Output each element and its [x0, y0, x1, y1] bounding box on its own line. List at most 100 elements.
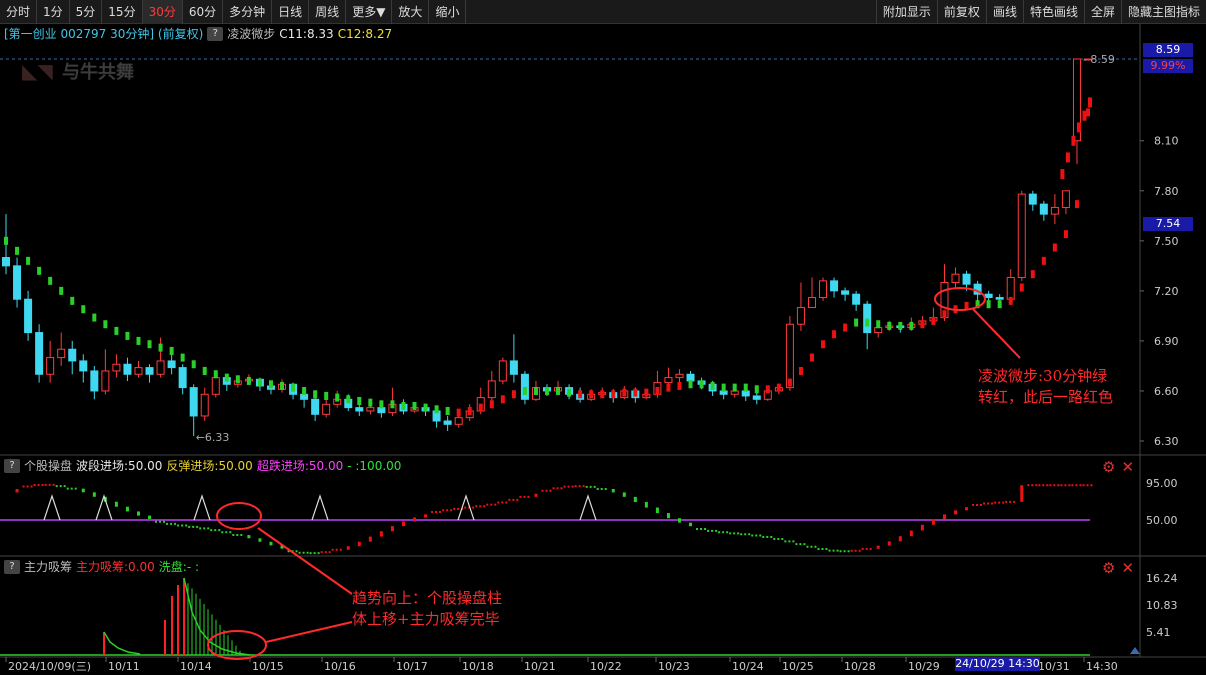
osc-bar [622, 492, 626, 497]
lingbo-dot [92, 313, 97, 322]
lingbo-dot [456, 408, 461, 417]
osc-bar [114, 501, 118, 507]
candle-body [35, 332, 44, 375]
candle-body [664, 377, 673, 384]
pane2-tick-label: 95.00 [1146, 477, 1178, 490]
pane3-tick-label: 10.83 [1146, 599, 1178, 612]
osc-bar [633, 496, 637, 503]
annotation-line: 体上移+主力吸筹完毕 [352, 610, 500, 628]
lingbo-dot [1060, 169, 1065, 180]
lingbo-dot [1019, 283, 1024, 292]
price-tick-label: 6.30 [1154, 435, 1179, 448]
candle-body [863, 303, 872, 334]
pane3-tick-label: 5.41 [1146, 626, 1171, 639]
osc-bar [258, 538, 262, 542]
lingbo-dot [257, 378, 262, 387]
lingbo-dot [1041, 256, 1046, 265]
lingbo-dot [434, 405, 439, 414]
lingbo-dot [103, 320, 108, 329]
lingbo-dot [732, 383, 737, 392]
lingbo-dot [26, 256, 31, 265]
lingbo-dot [213, 370, 218, 379]
osc-bar [81, 488, 85, 493]
candle-body [498, 360, 507, 382]
osc-bar [898, 536, 902, 542]
lingbo-dot [1030, 270, 1035, 279]
lingbo-dot [545, 386, 549, 395]
pane3-plot [0, 577, 1090, 656]
watermark-text: 与牛共舞 [62, 61, 134, 83]
date-label: 10/17 [396, 660, 428, 673]
cursor-price-box: 7.54 [1143, 217, 1193, 231]
lingbo-dot [169, 346, 174, 355]
candle-body [178, 367, 187, 389]
lingbo-dot [765, 385, 770, 394]
price-tick-label: 7.20 [1154, 285, 1179, 298]
osc-bar [368, 536, 372, 542]
candle-body [686, 373, 695, 382]
lingbo-dot [291, 383, 296, 392]
high-price-label: - 8.59 [1083, 53, 1115, 66]
pane3-tick-label: 16.24 [1146, 572, 1178, 585]
kline-chart[interactable]: ◣◥ 与牛共舞 - 8.59 ←6.33 8.10 7.80 7.50 7.20 6.90… [0, 0, 1206, 675]
lingbo-dot [191, 360, 196, 369]
candle-body [1017, 193, 1026, 279]
lingbo-dot [865, 318, 870, 327]
lingbo-dot [666, 383, 671, 392]
candle-body [752, 395, 761, 400]
osc-bar [954, 510, 958, 515]
current-pct-box: 9.99% [1143, 59, 1193, 73]
date-label: 10/14 [180, 660, 212, 673]
date-label: 10/24 [732, 660, 764, 673]
lingbo-dot [478, 403, 483, 412]
candle-body [874, 327, 883, 334]
low-price-label: ←6.33 [196, 431, 230, 444]
lingbo-dot [59, 286, 64, 295]
osc-bar [942, 514, 946, 520]
candle-body [300, 393, 309, 400]
lingbo-dot [1086, 108, 1090, 117]
lingbo-dot [920, 320, 925, 329]
candle-body [675, 373, 684, 379]
lingbo-dot [136, 336, 141, 345]
entry-signal-icon [43, 494, 61, 521]
lingbo-dot [401, 401, 406, 410]
candle-body [311, 398, 320, 415]
candle-body [145, 367, 154, 375]
candle-body [322, 403, 331, 415]
date-label: 10/28 [844, 660, 876, 673]
osc-bar [965, 507, 969, 511]
candle-body [852, 293, 861, 305]
annotation-pointer [972, 308, 1021, 359]
lingbo-dot [622, 388, 627, 397]
entry-signal-icon [311, 494, 329, 521]
osc-bar [887, 541, 891, 546]
osc-bar [644, 502, 648, 508]
lingbo-dot [556, 386, 561, 395]
current-price-box: 8.59 [1143, 43, 1193, 57]
lingbo-dot [887, 321, 892, 330]
lingbo-dot [854, 318, 859, 327]
osc-bar [15, 489, 19, 493]
date-label: 14:30 [1086, 660, 1118, 673]
lingbo-dot [843, 323, 848, 332]
candlesticks: - 8.59 ←6.33 [2, 53, 1115, 444]
candle-body [366, 407, 375, 412]
lingbo-dot [335, 393, 340, 402]
candle-body [841, 290, 850, 295]
date-label: 10/31 [1038, 660, 1070, 673]
candle-body [200, 393, 209, 417]
osc-bar [931, 519, 935, 525]
osc-bar [666, 513, 670, 519]
price-tick-label: 8.10 [1154, 135, 1179, 148]
osc-bar [909, 530, 913, 537]
lingbo-dot [567, 388, 572, 397]
price-axis: 8.10 7.80 7.50 7.20 6.90 6.60 6.30 95.00 50.00 16… [1130, 135, 1179, 654]
annotation-pointer [265, 621, 353, 643]
annotation-ellipse [216, 502, 262, 530]
lingbo-dot [467, 406, 472, 415]
date-label: 10/16 [324, 660, 356, 673]
lingbo-dot [224, 373, 229, 382]
lingbo-dot [445, 406, 450, 415]
candle-body [68, 348, 77, 362]
